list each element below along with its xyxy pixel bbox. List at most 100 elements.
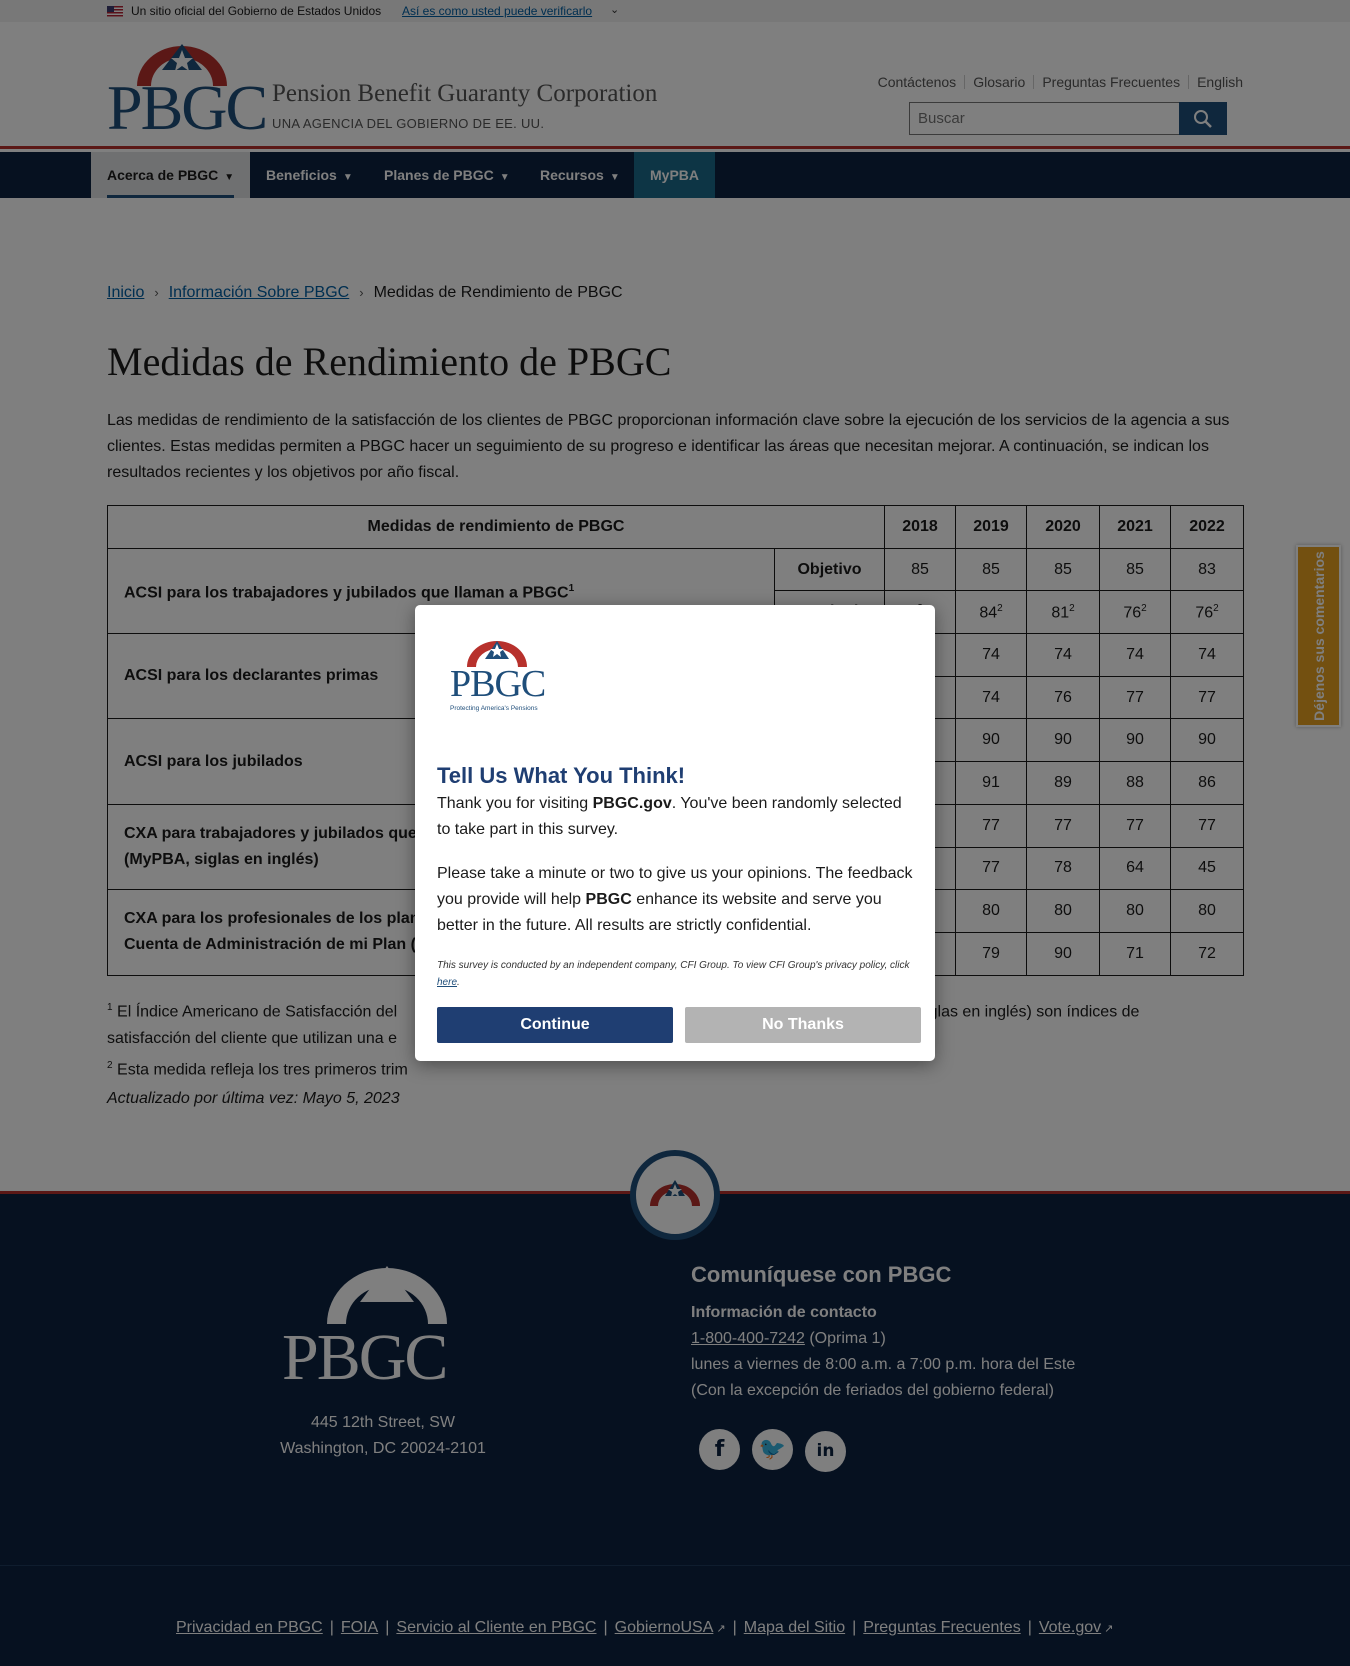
footer-link-foia[interactable]: FOIA <box>341 1619 378 1636</box>
logo-text: PBGC <box>107 72 268 143</box>
chevron-right-icon: › <box>154 285 159 300</box>
chevron-down-icon[interactable]: ⌄ <box>610 3 619 16</box>
table-header-year: 2022 <box>1170 505 1244 549</box>
nav-recursos[interactable]: Recursos ▼ <box>524 152 636 198</box>
footer-link-mapa[interactable]: Mapa del Sitio <box>744 1619 845 1636</box>
footnote-ref: 2 <box>1141 602 1147 614</box>
footer-link-privacidad[interactable]: Privacidad en PBGC <box>176 1619 323 1636</box>
nav-label: Planes de PBGC <box>384 167 494 183</box>
link-english[interactable]: English <box>1197 74 1243 90</box>
table-cell: 78 <box>1026 846 1100 891</box>
table-cell: 90 <box>1026 931 1100 976</box>
breadcrumb-section[interactable]: Información Sobre PBGC <box>169 284 350 301</box>
search-button[interactable] <box>1179 102 1227 135</box>
footer-link-gobiernousa[interactable]: GobiernoUSA <box>615 1619 714 1636</box>
nav-label: MyPBA <box>650 167 700 183</box>
table-cell: 80 <box>1170 889 1244 933</box>
footer-bottom <box>0 1565 1350 1666</box>
chevron-down-icon: ▼ <box>609 172 620 183</box>
external-link-icon: ↗ <box>1104 1623 1114 1635</box>
table-cell: 77 <box>1099 803 1171 848</box>
table-cell: 89 <box>1026 761 1100 805</box>
footer-contact: Comuníquese con PBGC Información de cont… <box>691 1262 1075 1404</box>
table-cell: 76 <box>1026 675 1100 720</box>
footer-logo[interactable]: PBGC <box>282 1262 487 1394</box>
chevron-down-icon: ▼ <box>499 172 510 183</box>
survey-modal: PBGC Protecting America's Pensions Tell … <box>415 605 935 1061</box>
modal-text: Thank you for visiting <box>437 795 593 812</box>
nav-beneficios[interactable]: Beneficios ▼ <box>250 152 369 198</box>
table-cell: 90 <box>1170 718 1244 763</box>
pbgc-logo[interactable]: PBGC <box>107 40 268 140</box>
link-contactenos[interactable]: Contáctenos <box>878 74 957 90</box>
table-cell: 77 <box>1026 803 1100 848</box>
table-cell: 91 <box>955 761 1027 805</box>
page-title: Medidas de Rendimiento de PBGC <box>107 339 672 384</box>
modal-text-bold: PBGC <box>585 891 632 908</box>
table-cell: 77 <box>1170 803 1244 848</box>
footer <box>0 1191 1350 1565</box>
footer-link-vote[interactable]: Vote.gov <box>1039 1619 1101 1636</box>
continue-button[interactable]: Continue <box>437 1007 673 1043</box>
search-input[interactable] <box>909 102 1180 135</box>
table-cell: 74 <box>1170 633 1244 677</box>
social-links: f 🐦 in <box>699 1429 858 1472</box>
link-glosario[interactable]: Glosario <box>973 74 1025 90</box>
modal-logo: PBGC Protecting America's Pensions <box>447 639 546 714</box>
footer-link-preguntas[interactable]: Preguntas Frecuentes <box>863 1619 1020 1636</box>
measure-label: CXA para trabajadores y jubilados que <box>124 825 417 842</box>
chevron-down-icon: ▼ <box>342 172 353 183</box>
footer-link-servicio[interactable]: Servicio al Cliente en PBGC <box>396 1619 596 1636</box>
linkedin-icon[interactable]: in <box>805 1431 846 1472</box>
footer-logo-text: PBGC <box>282 1321 448 1394</box>
table-cell: 842 <box>955 590 1027 635</box>
no-thanks-button[interactable]: No Thanks <box>685 1007 921 1043</box>
cell-value: 76 <box>1195 603 1214 621</box>
table-cell: 86 <box>1170 761 1244 805</box>
table-header-year: 2019 <box>955 505 1027 549</box>
table-cell: 88 <box>1099 761 1171 805</box>
twitter-icon[interactable]: 🐦 <box>752 1429 793 1470</box>
site-header: PBGC Pension Benefit Guaranty Corporatio… <box>0 22 1350 149</box>
contact-holidays: (Con la excepción de feriados del gobier… <box>691 1382 1054 1399</box>
table-header-year: 2018 <box>884 505 956 549</box>
modal-disclaimer-text: This survey is conducted by an independe… <box>437 960 910 971</box>
main-nav: Acerca de PBGC ▼ Beneficios ▼ Planes de PB… <box>0 152 1350 198</box>
row-label-target: Objetivo <box>774 547 885 592</box>
table-cell: 45 <box>1170 846 1244 891</box>
link-preguntas-frecuentes[interactable]: Preguntas Frecuentes <box>1042 74 1180 90</box>
footnote-text: Esta medida refleja los tres primeros tr… <box>117 1061 408 1079</box>
site-subtitle: UNA AGENCIA DEL GOBIERNO DE EE. UU. <box>272 116 545 131</box>
footer-address: 445 12th Street, SW Washington, DC 20024… <box>247 1410 519 1462</box>
privacy-policy-link[interactable]: here <box>437 977 457 988</box>
table-cell: 85 <box>1099 547 1171 592</box>
phone-note: (Oprima 1) <box>809 1330 886 1347</box>
facebook-icon[interactable]: f <box>699 1429 740 1470</box>
nav-acerca-de-pbgc[interactable]: Acerca de PBGC ▼ <box>91 152 251 198</box>
footnote-number: 1 <box>107 1002 113 1013</box>
footer-links: Privacidad en PBGC | FOIA | Servicio al Clie… <box>176 1619 1114 1636</box>
modal-paragraph-2: Please take a minute or two to give us y… <box>437 861 917 939</box>
table-cell: 72 <box>1170 931 1244 976</box>
nav-mypba[interactable]: MyPBA <box>634 152 716 198</box>
modal-disclaimer-text: . <box>457 977 460 988</box>
table-cell: 90 <box>1026 718 1100 763</box>
table-cell: 85 <box>1026 547 1100 592</box>
measure-label: Cuenta de Administración de mi Plan ( <box>124 936 416 954</box>
table-cell: 74 <box>1099 633 1171 677</box>
feedback-label: Déjenos sus comentarios <box>1310 551 1327 721</box>
intro-paragraph: Las medidas de rendimiento de la satisfa… <box>107 412 1230 481</box>
feedback-tab[interactable]: Déjenos sus comentarios <box>1296 545 1341 727</box>
address-line: 445 12th Street, SW <box>310 1414 456 1431</box>
nav-planes-de-pbgc[interactable]: Planes de PBGC ▼ <box>368 152 526 198</box>
table-cell: 77 <box>955 803 1027 848</box>
gov-banner: Un sitio oficial del Gobierno de Estados… <box>0 0 1350 22</box>
table-cell: 74 <box>955 675 1027 720</box>
phone-link[interactable]: 1-800-400-7242 <box>691 1330 805 1347</box>
gov-banner-verify-link[interactable]: Así es como usted puede verificarlo <box>402 4 592 18</box>
table-cell: 90 <box>955 718 1027 763</box>
footnote-number: 2 <box>107 1060 113 1072</box>
table-cell: 77 <box>1170 675 1244 720</box>
table-cell: 90 <box>1099 718 1171 763</box>
breadcrumb-home[interactable]: Inicio <box>107 284 144 301</box>
